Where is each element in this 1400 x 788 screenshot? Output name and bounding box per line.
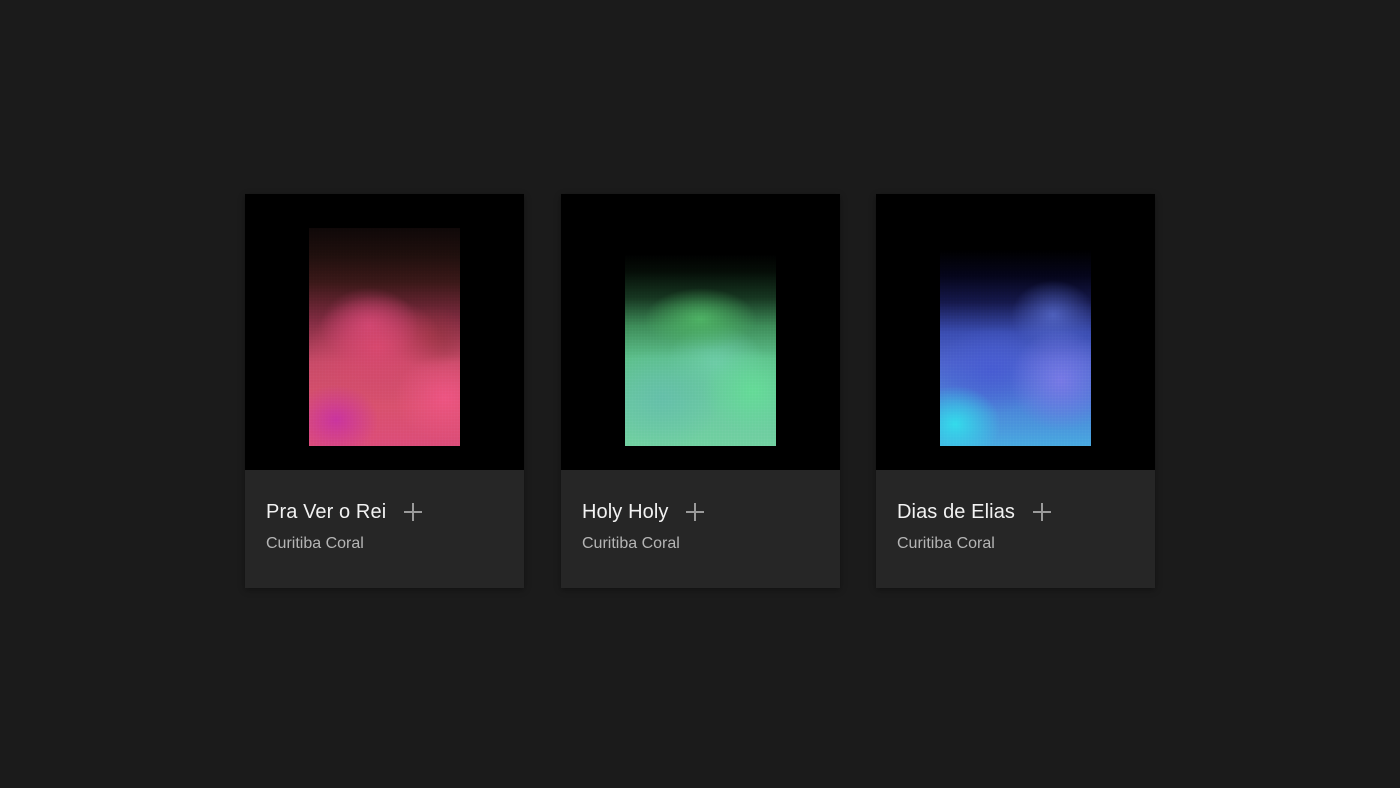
album-artwork: [625, 228, 776, 446]
plus-icon[interactable]: [1032, 502, 1052, 522]
album-info: Holy Holy Curitiba Coral: [561, 470, 840, 588]
album-cover[interactable]: [561, 194, 840, 470]
album-info: Dias de Elias Curitiba Coral: [876, 470, 1155, 588]
album-title: Pra Ver o Rei: [266, 501, 387, 523]
album-title-row: Pra Ver o Rei: [266, 500, 423, 524]
album-artist[interactable]: Curitiba Coral: [897, 534, 995, 554]
album-cover[interactable]: [245, 194, 524, 470]
album-cover[interactable]: [876, 194, 1155, 470]
album-info: Pra Ver o Rei Curitiba Coral: [245, 470, 524, 588]
album-title: Dias de Elias: [897, 501, 1016, 523]
album-artwork: [940, 228, 1091, 446]
album-title-row: Holy Holy: [582, 500, 705, 524]
album-title-row: Dias de Elias: [897, 500, 1052, 524]
plus-icon[interactable]: [685, 502, 705, 522]
plus-icon[interactable]: [403, 502, 423, 522]
album-artist[interactable]: Curitiba Coral: [582, 534, 680, 554]
album-artist[interactable]: Curitiba Coral: [266, 534, 364, 554]
album-card[interactable]: Dias de Elias Curitiba Coral: [876, 194, 1155, 588]
album-card[interactable]: Pra Ver o Rei Curitiba Coral: [245, 194, 524, 588]
album-grid: Pra Ver o Rei Curitiba Coral Holy Holy C…: [0, 0, 1400, 788]
album-artwork: [309, 228, 460, 446]
album-title: Holy Holy: [582, 501, 669, 523]
album-card[interactable]: Holy Holy Curitiba Coral: [561, 194, 840, 588]
